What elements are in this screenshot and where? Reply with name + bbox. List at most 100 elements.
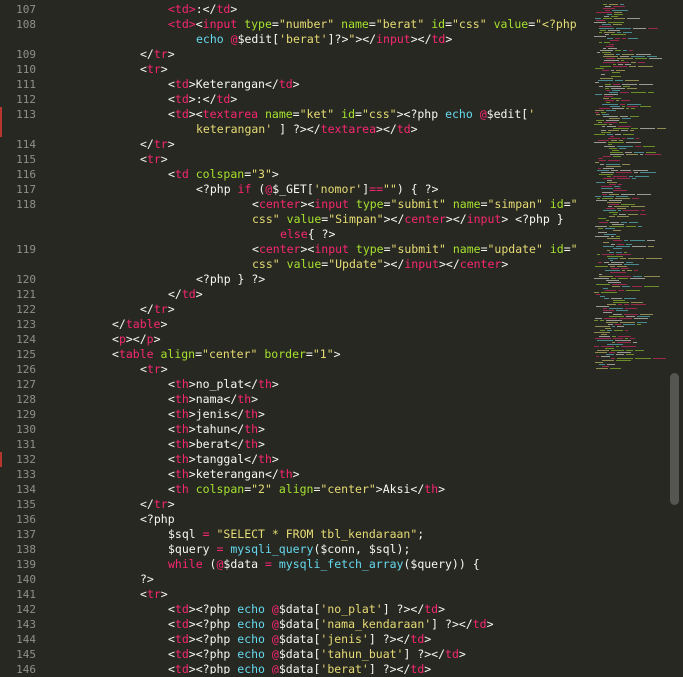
minimap-line: [622, 164, 630, 165]
code-line[interactable]: ?>: [140, 572, 154, 587]
code-line[interactable]: </tr>: [140, 302, 175, 317]
code-line[interactable]: </tr>: [140, 47, 175, 62]
code-token: @: [271, 617, 279, 631]
minimap-line: [626, 226, 636, 227]
minimap-line: [636, 54, 651, 55]
minimap-line: [613, 128, 629, 129]
code-line[interactable]: <tr>: [140, 62, 168, 77]
code-line[interactable]: </tr>: [140, 137, 175, 152]
code-line[interactable]: <center><input type="submit" name="simpa…: [252, 197, 578, 212]
code-token: <: [168, 467, 175, 481]
code-line[interactable]: keterangan' ] ?></textarea></td>: [196, 122, 418, 137]
minimap-line: [616, 54, 620, 55]
code-line[interactable]: <p></p>: [112, 332, 161, 347]
code-token: value: [493, 17, 529, 31]
code-line[interactable]: <th>tanggal</th>: [168, 452, 279, 467]
code-line[interactable]: else{ ?>: [280, 227, 335, 242]
minimap-line: [617, 178, 630, 179]
minimap-line: [633, 28, 646, 29]
code-line[interactable]: <tr>: [140, 587, 168, 602]
minimap-line: [594, 124, 607, 125]
code-line[interactable]: $sql = "SELECT * FROM tbl_kendaraan";: [168, 527, 424, 542]
line-number: 127: [16, 378, 36, 391]
code-line[interactable]: <td><?php echo @$data['nama_kendaraan'] …: [168, 617, 494, 632]
minimap-line: [626, 354, 634, 355]
code-token: >: [160, 62, 168, 76]
code-line[interactable]: </td>: [168, 287, 203, 302]
code-line[interactable]: <tr>: [140, 152, 168, 167]
code-token: td: [174, 647, 189, 661]
vertical-scrollbar-track[interactable]: [670, 0, 683, 674]
minimap-line: [608, 264, 622, 265]
minimap-line: [621, 222, 627, 223]
code-token: =: [264, 557, 272, 571]
code-line[interactable]: <th colspan="2" align="center">Aksi</th>: [168, 482, 445, 497]
code-line[interactable]: <td>Keterangan</td>: [168, 77, 300, 92]
minimap-line: [615, 134, 621, 135]
code-line[interactable]: </tr>: [140, 497, 175, 512]
code-line[interactable]: <td><?php echo @$data['jenis'] ?></td>: [168, 632, 431, 647]
minimap-line: [598, 228, 603, 229]
code-line[interactable]: css" value="Update"></input></center>: [252, 257, 508, 272]
code-line[interactable]: <th>tahun</th>: [168, 422, 265, 437]
minimap-line: [603, 210, 616, 211]
code-area[interactable]: <td>:</td> <td><input type="number" name=…: [56, 0, 586, 674]
line-number: 132: [16, 453, 36, 466]
code-line[interactable]: $query = mysqli_query($conn, $sql);: [168, 542, 410, 557]
minimap-line: [621, 194, 635, 195]
code-line[interactable]: <th>berat</th>: [168, 437, 265, 452]
code-line[interactable]: <table align="center" border="1">: [112, 347, 341, 362]
minimap-line: [617, 244, 624, 245]
minimap-line: [627, 138, 634, 139]
code-token: >: [438, 482, 446, 496]
code-line[interactable]: <td><?php echo @$data['no_plat'] ?></td>: [168, 602, 445, 617]
code-token: </: [140, 302, 154, 316]
code-line[interactable]: <th>jenis</th>: [168, 407, 265, 422]
minimap-line: [596, 368, 608, 369]
minimap-line: [622, 118, 631, 119]
minimap-line: [600, 78, 613, 79]
minimap-line: [631, 302, 643, 303]
minimap-line: [599, 274, 602, 275]
code-token: >: [458, 647, 466, 661]
code-line[interactable]: <td>:</td>: [168, 2, 237, 17]
code-line[interactable]: <td><?php echo @$data['berat'] ?></td>: [168, 662, 431, 674]
code-line[interactable]: <td><textarea name="ket" id="css"><?php …: [168, 107, 535, 122]
minimap-line: [607, 330, 612, 331]
code-editor[interactable]: 107 108 109 110 111 112 113 114 115 116 117 118 119 1…: [0, 0, 683, 676]
code-token: <: [168, 392, 175, 406]
code-line[interactable]: <tr>: [140, 362, 168, 377]
minimap-line: [603, 242, 609, 243]
code-line[interactable]: <td colspan="3">: [168, 167, 279, 182]
code-token: $data[: [278, 602, 321, 616]
code-line[interactable]: <?php if (@$_GET['nomor']=="") { ?>: [196, 182, 438, 197]
vertical-scrollbar-thumb[interactable]: [670, 373, 679, 505]
code-token: td: [174, 632, 189, 646]
minimap[interactable]: [590, 0, 670, 674]
minimap-line: [632, 246, 646, 247]
code-line[interactable]: <?php: [140, 512, 175, 527]
minimap-line: [603, 196, 614, 197]
code-line[interactable]: <td><input type="number" name="berat" id…: [168, 17, 577, 32]
code-line[interactable]: <?php } ?>: [196, 272, 265, 287]
minimap-line: [606, 58, 615, 59]
code-line[interactable]: <th>keterangan</th>: [168, 467, 300, 482]
code-line[interactable]: echo @$edit['berat']?>"></input></td>: [196, 32, 452, 47]
minimap-line: [597, 340, 613, 341]
code-line[interactable]: <center><input type="submit" name="updat…: [252, 242, 578, 257]
minimap-line: [638, 62, 645, 63]
minimap-line: [646, 258, 662, 259]
code-token: textarea: [320, 122, 377, 136]
code-line[interactable]: <td>:</td>: [168, 92, 237, 107]
code-line[interactable]: <td><?php echo @$data['tahun_buat'] ?></…: [168, 647, 466, 662]
code-token: >: [258, 407, 265, 421]
code-line[interactable]: while (@$data = mysqli_fetch_array($quer…: [168, 557, 480, 572]
minimap-line: [605, 328, 611, 329]
minimap-line: [618, 304, 622, 305]
code-line[interactable]: <th>no_plat</th>: [168, 377, 279, 392]
code-line[interactable]: css" value="Simpan"></center></input> <?…: [252, 212, 564, 227]
code-line[interactable]: </table>: [112, 317, 167, 332]
code-line[interactable]: <th>nama</th>: [168, 392, 258, 407]
code-token: align: [278, 482, 314, 496]
